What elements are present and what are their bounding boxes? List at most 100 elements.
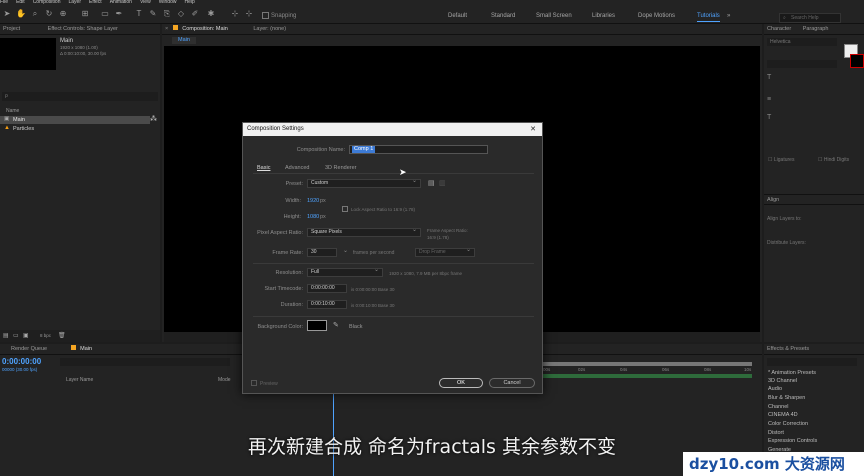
tab-composition-main[interactable]: Composition: Main: [182, 26, 228, 32]
workspace-standard[interactable]: Standard: [491, 13, 515, 19]
tab-main-timeline[interactable]: Main: [80, 346, 92, 352]
save-preset-icon[interactable]: ▤: [428, 179, 435, 187]
drop-frame-dropdown[interactable]: Drop Frame: [415, 248, 475, 257]
type-tool-icon[interactable]: T: [134, 9, 144, 19]
effects-category[interactable]: Color Correction: [768, 421, 808, 427]
snapping-checkbox[interactable]: [262, 12, 269, 19]
flowchart-icon[interactable]: ⁂: [150, 115, 157, 123]
project-item-main[interactable]: ▣ Main: [0, 116, 150, 124]
work-area-bar[interactable]: [540, 362, 752, 366]
tab-3d-renderer[interactable]: 3D Renderer: [325, 165, 357, 171]
effects-search-input[interactable]: [767, 358, 857, 366]
world-axis-icon[interactable]: ⊹: [244, 9, 254, 19]
tab-effects-presets[interactable]: Effects & Presets: [767, 346, 809, 352]
duration-input[interactable]: 0:00:10:00: [307, 300, 347, 309]
effects-category[interactable]: 3D Channel: [768, 378, 797, 384]
lock-aspect-checkbox[interactable]: [342, 206, 348, 212]
timeline-track-bar[interactable]: [540, 374, 752, 378]
effects-category[interactable]: CINEMA 4D: [768, 412, 798, 418]
hand-tool-icon[interactable]: ✋: [16, 9, 26, 19]
frame-rate-input[interactable]: 30: [307, 248, 337, 257]
pixel-aspect-dropdown[interactable]: Square Pixels: [307, 228, 421, 237]
workspace-small-screen[interactable]: Small Screen: [536, 13, 572, 19]
camera-tool-icon[interactable]: ⊕: [58, 9, 68, 19]
ligatures-checkbox[interactable]: ☐ Ligatures: [768, 157, 794, 163]
font-family-dropdown[interactable]: Helvetica: [767, 38, 837, 46]
tab-advanced[interactable]: Advanced: [285, 165, 309, 171]
trash-icon[interactable]: 🗑: [58, 332, 66, 339]
bit-depth-label[interactable]: 8 bpc: [40, 333, 51, 338]
project-search-input[interactable]: ρ: [2, 92, 158, 101]
workspace-dope-motions[interactable]: Dope Motions: [638, 13, 675, 19]
selection-tool-icon[interactable]: ➤: [2, 9, 12, 19]
tab-paragraph[interactable]: Paragraph: [803, 26, 829, 32]
workspace-tutorials[interactable]: Tutorials: [697, 13, 720, 22]
timeline-search-input[interactable]: [60, 358, 230, 366]
zoom-tool-icon[interactable]: ⌕: [30, 9, 40, 19]
eyedropper-icon[interactable]: ✎: [333, 321, 339, 329]
delete-preset-icon[interactable]: ▥: [439, 179, 446, 187]
workspace-overflow-icon[interactable]: »: [727, 13, 730, 19]
hindi-digits-checkbox[interactable]: ☐ Hindi Digits: [818, 157, 849, 163]
interpret-footage-icon[interactable]: ▤: [3, 332, 9, 339]
new-folder-icon[interactable]: ▭: [13, 332, 19, 339]
frame-rate-value: 30: [311, 249, 317, 255]
height-unit: px: [320, 214, 326, 220]
start-timecode-note: is 0:00:00:00 Base 30: [351, 287, 395, 292]
workspace-libraries[interactable]: Libraries: [592, 13, 615, 19]
brush-tool-icon[interactable]: ✎: [148, 9, 158, 19]
background-color-swatch[interactable]: [307, 320, 327, 331]
local-axis-icon[interactable]: ⊹: [230, 9, 240, 19]
comp-info-duration: Δ 0:00:10:00, 30.00 fps: [60, 51, 107, 56]
cancel-button[interactable]: Cancel: [489, 378, 535, 388]
close-icon[interactable]: ✕: [530, 123, 536, 136]
tab-basic[interactable]: Basic: [257, 165, 270, 171]
layer-name-header[interactable]: Layer Name: [66, 377, 93, 383]
width-value[interactable]: 1920: [307, 198, 319, 204]
tab-effect-controls[interactable]: Effect Controls: Shape Layer: [48, 26, 118, 32]
composition-name-input[interactable]: Comp 1: [349, 145, 488, 154]
search-help-placeholder: Search Help: [791, 15, 819, 21]
frame-rate-chevron-icon[interactable]: ⌄: [343, 247, 348, 254]
rectangle-tool-icon[interactable]: ▭: [100, 9, 110, 19]
preset-dropdown[interactable]: Custom: [307, 179, 421, 188]
font-style-dropdown[interactable]: [767, 60, 837, 68]
puppet-tool-icon[interactable]: ✱: [206, 9, 216, 19]
frame-rate-label: Frame Rate:: [272, 250, 303, 256]
column-name-header[interactable]: Name: [6, 108, 19, 114]
tab-layer[interactable]: Layer: (none): [253, 26, 286, 32]
stroke-color-swatch[interactable]: [850, 54, 864, 68]
tab-align[interactable]: Align: [767, 197, 779, 203]
pen-tool-icon[interactable]: ✒: [114, 9, 124, 19]
eraser-tool-icon[interactable]: ◇: [176, 9, 186, 19]
ok-button[interactable]: OK: [439, 378, 483, 388]
start-timecode-input[interactable]: 0:00:00:00: [307, 284, 347, 293]
preview-checkbox[interactable]: [251, 380, 257, 386]
tab-character[interactable]: Character: [767, 26, 791, 32]
effects-category[interactable]: Channel: [768, 404, 789, 410]
search-help-field[interactable]: ⌕ Search Help: [779, 13, 841, 23]
effects-category[interactable]: * Animation Presets: [768, 370, 816, 376]
height-value[interactable]: 1080: [307, 214, 319, 220]
close-tab-icon[interactable]: ×: [165, 26, 168, 32]
workspace-default[interactable]: Default: [448, 13, 467, 19]
current-timecode[interactable]: 0:00:00:00: [2, 357, 41, 366]
tab-project[interactable]: Project: [3, 26, 20, 32]
right-panels: Character Paragraph Helvetica T ≡ T ☐ Li…: [764, 24, 864, 342]
effects-category[interactable]: Audio: [768, 386, 782, 392]
stamp-tool-icon[interactable]: ⎘: [162, 9, 172, 19]
mouse-cursor-icon: ➤: [399, 167, 407, 177]
align-layers-to-label: Align Layers to:: [767, 216, 802, 222]
pan-behind-tool-icon[interactable]: ⊞: [80, 9, 90, 19]
effects-category[interactable]: Blur & Sharpen: [768, 395, 805, 401]
resolution-dropdown[interactable]: Full: [307, 268, 383, 277]
mode-header[interactable]: Mode: [218, 377, 231, 383]
comp-breadcrumb[interactable]: Main: [172, 37, 196, 44]
project-item-particles[interactable]: ▲ Particles: [0, 125, 150, 133]
roto-tool-icon[interactable]: ✐: [190, 9, 200, 19]
effects-tab-bar: Effects & Presets: [764, 344, 864, 355]
new-comp-icon[interactable]: ▣: [23, 332, 29, 339]
rotate-tool-icon[interactable]: ↻: [44, 9, 54, 19]
preset-value: Custom: [311, 180, 329, 186]
tab-render-queue[interactable]: Render Queue: [11, 346, 47, 352]
